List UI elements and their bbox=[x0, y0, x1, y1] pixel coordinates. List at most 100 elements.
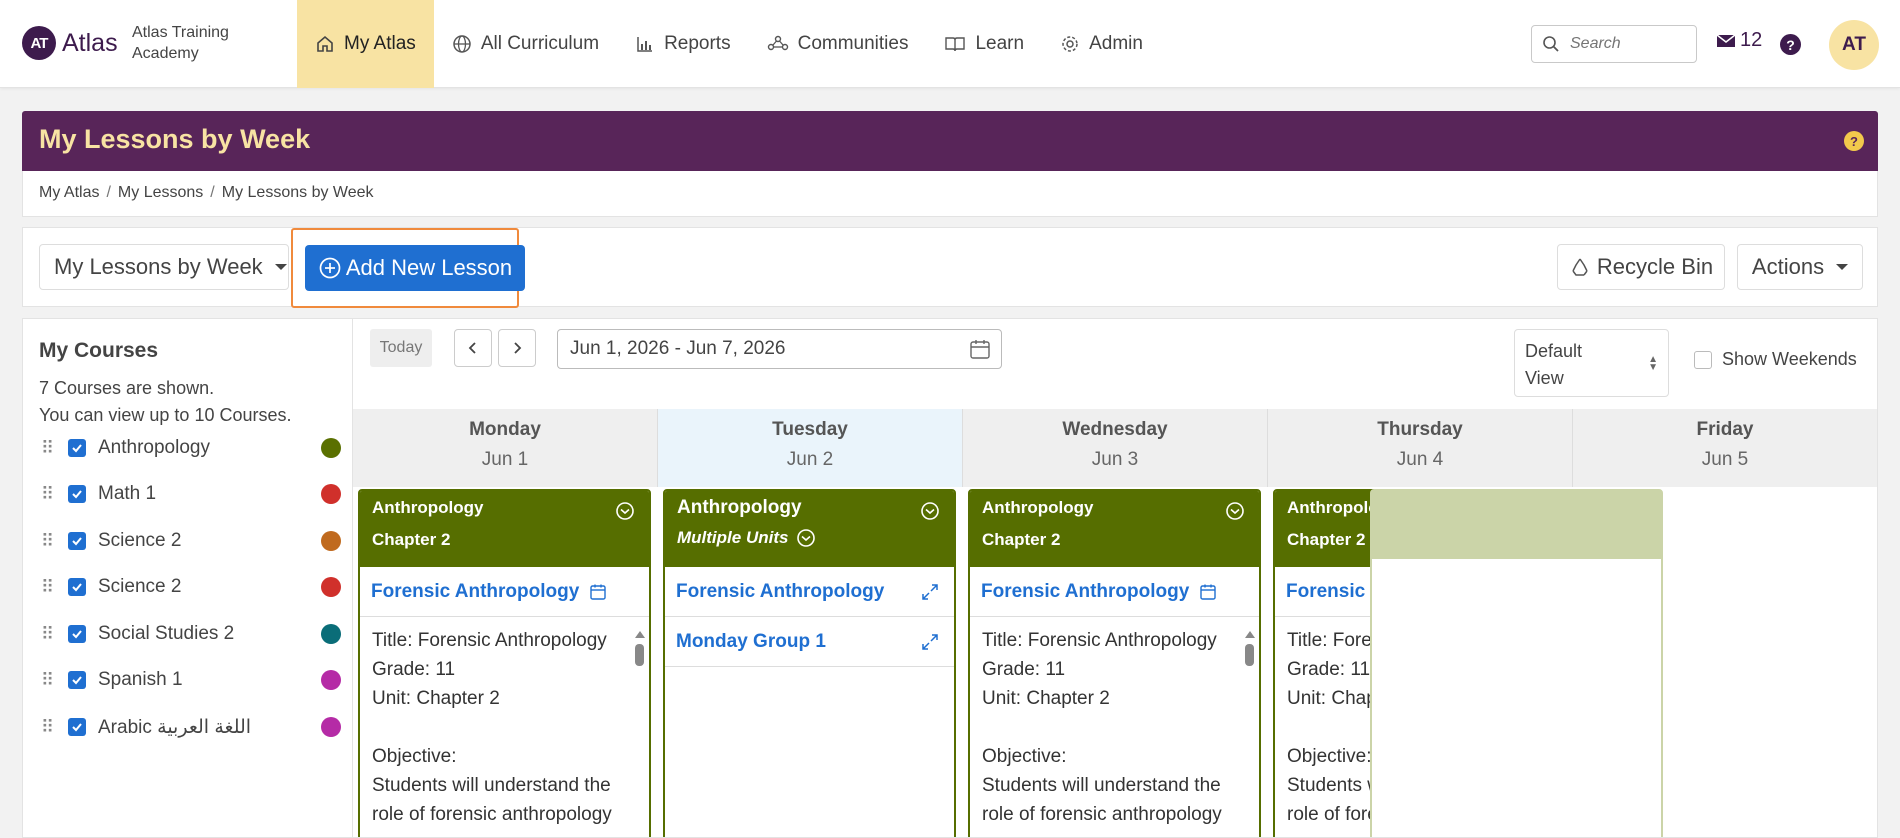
course-checkbox[interactable] bbox=[68, 532, 86, 550]
nav-reports[interactable]: Reports bbox=[617, 0, 749, 88]
lesson-title[interactable]: Forensic Anthropology bbox=[676, 581, 884, 603]
course-checkbox[interactable] bbox=[68, 671, 86, 689]
day-name: Thursday bbox=[1377, 419, 1463, 440]
globe-icon bbox=[453, 35, 471, 53]
collapse-toggle-icon[interactable] bbox=[615, 501, 635, 521]
day-name: Friday bbox=[1696, 419, 1754, 440]
course-color-dot[interactable] bbox=[321, 624, 341, 644]
course-item[interactable]: ⠿ Math 1 bbox=[41, 477, 341, 511]
course-name: Arabic اللغة العربية bbox=[98, 716, 252, 738]
show-weekends-toggle[interactable]: Show Weekends bbox=[1694, 349, 1857, 370]
add-new-lesson-label: Add New Lesson bbox=[345, 255, 513, 280]
search-box[interactable] bbox=[1531, 25, 1697, 63]
lesson-detail-grade: Grade: 11 bbox=[372, 659, 456, 680]
course-color-dot[interactable] bbox=[321, 577, 341, 597]
lesson-link[interactable]: Forensic Anthropology bbox=[970, 567, 1259, 617]
lesson-card: Anthropology Chapter 2 Forensic Anthropolo… bbox=[358, 489, 651, 837]
friday-card-header bbox=[1372, 491, 1661, 559]
help-icon[interactable]: ? bbox=[1780, 34, 1801, 55]
courses-sidebar: My Courses 7 Courses are shown. You can … bbox=[22, 318, 353, 838]
chevron-down-icon bbox=[1836, 264, 1849, 270]
expand-icon[interactable] bbox=[920, 582, 940, 602]
atlas-logo[interactable]: AT Atlas bbox=[22, 26, 118, 60]
course-checkbox[interactable] bbox=[68, 485, 86, 503]
drag-handle-icon[interactable]: ⠿ bbox=[41, 578, 54, 596]
drag-handle-icon[interactable]: ⠿ bbox=[41, 671, 54, 689]
logo-word: Atlas bbox=[62, 28, 118, 57]
card-course-name: Anthropology bbox=[677, 497, 802, 518]
today-button[interactable]: Today bbox=[370, 329, 432, 367]
course-color-dot[interactable] bbox=[321, 484, 341, 504]
course-checkbox[interactable] bbox=[68, 625, 86, 643]
lesson-title[interactable]: Forensic Anthropology bbox=[371, 581, 579, 603]
day-name: Tuesday bbox=[772, 419, 848, 440]
course-item[interactable]: ⠿ Science 2 bbox=[41, 524, 341, 558]
view-dropdown[interactable]: My Lessons by Week bbox=[39, 244, 289, 290]
messages-button[interactable]: 12 bbox=[1716, 29, 1762, 52]
search-input[interactable] bbox=[1570, 35, 1680, 53]
course-checkbox[interactable] bbox=[68, 439, 86, 457]
nav-my-atlas[interactable]: My Atlas bbox=[297, 0, 434, 88]
view-mode-select[interactable]: Default View ▲ ▼ bbox=[1514, 329, 1669, 397]
user-avatar[interactable]: AT bbox=[1829, 20, 1879, 70]
drag-handle-icon[interactable]: ⠿ bbox=[41, 625, 54, 643]
chevron-right-icon bbox=[514, 342, 522, 354]
card-unit-name[interactable]: Multiple Units bbox=[677, 527, 942, 549]
course-item[interactable]: ⠿ Spanish 1 bbox=[41, 663, 341, 697]
breadcrumb-my-lessons[interactable]: My Lessons bbox=[118, 184, 203, 201]
recycle-bin-button[interactable]: Recycle Bin bbox=[1557, 244, 1725, 290]
course-color-dot[interactable] bbox=[321, 531, 341, 551]
course-color-dot[interactable] bbox=[321, 438, 341, 458]
lesson-title[interactable]: Monday Group 1 bbox=[676, 631, 826, 653]
nav-communities[interactable]: Communities bbox=[749, 0, 927, 88]
calendar-icon bbox=[970, 340, 990, 359]
drag-handle-icon[interactable]: ⠿ bbox=[41, 485, 54, 503]
show-weekends-checkbox[interactable] bbox=[1694, 350, 1712, 369]
nav-all-curriculum[interactable]: All Curriculum bbox=[434, 0, 617, 88]
course-name: Science 2 bbox=[98, 530, 182, 551]
lesson-link[interactable]: Forensic Anthropology bbox=[360, 567, 649, 617]
course-item[interactable]: ⠿ Social Studies 2 bbox=[41, 617, 341, 651]
collapse-toggle-icon[interactable] bbox=[920, 501, 940, 521]
drag-handle-icon[interactable]: ⠿ bbox=[41, 718, 54, 736]
card-header: Anthropology Chapter 2 bbox=[970, 491, 1259, 567]
chevron-left-icon bbox=[468, 342, 476, 354]
course-checkbox[interactable] bbox=[68, 718, 86, 736]
calendar-icon[interactable] bbox=[589, 583, 607, 601]
expand-icon[interactable] bbox=[920, 632, 940, 652]
book-icon bbox=[945, 37, 966, 52]
nav-learn[interactable]: Learn bbox=[926, 0, 1042, 88]
breadcrumb-my-atlas[interactable]: My Atlas bbox=[39, 184, 99, 201]
top-navigation-bar: AT Atlas Atlas Training Academy My Atlas… bbox=[0, 0, 1900, 88]
previous-week-button[interactable] bbox=[454, 329, 492, 367]
nav-admin[interactable]: Admin bbox=[1042, 0, 1161, 88]
course-name: Social Studies 2 bbox=[98, 623, 235, 644]
course-checkbox[interactable] bbox=[68, 578, 86, 596]
lesson-card: Anthropology Multiple Units Forensic Anthr… bbox=[663, 489, 956, 837]
date-range-picker[interactable]: Jun 1, 2026 - Jun 7, 2026 bbox=[557, 329, 1002, 369]
course-color-dot[interactable] bbox=[321, 670, 341, 690]
course-item[interactable]: ⠿ Science 2 bbox=[41, 570, 341, 604]
lesson-detail-title: Title: Forensic Anthropology bbox=[982, 630, 1217, 651]
courses-shown-text: 7 Courses are shown. bbox=[39, 378, 215, 398]
lesson-title[interactable]: Forensic Anthropology bbox=[981, 581, 1189, 603]
chevron-down-circle-icon[interactable] bbox=[796, 528, 816, 548]
drag-handle-icon[interactable]: ⠿ bbox=[41, 532, 54, 550]
main-nav: My Atlas All Curriculum Reports Communit… bbox=[297, 0, 1161, 88]
actions-dropdown[interactable]: Actions bbox=[1737, 244, 1863, 290]
course-color-dot[interactable] bbox=[321, 717, 341, 737]
collapse-toggle-icon[interactable] bbox=[1225, 501, 1245, 521]
course-item[interactable]: ⠿ Anthropology bbox=[41, 431, 341, 465]
page-help-icon[interactable]: ? bbox=[1844, 131, 1864, 151]
lesson-link[interactable]: Monday Group 1 bbox=[665, 617, 954, 667]
day-header-friday: Friday Jun 5 bbox=[1573, 409, 1877, 487]
calendar-icon[interactable] bbox=[1199, 583, 1217, 601]
details-scrollbar[interactable] bbox=[1245, 631, 1255, 771]
details-scrollbar[interactable] bbox=[635, 631, 645, 771]
course-item[interactable]: ⠿ Arabic اللغة العربية bbox=[41, 710, 341, 744]
lesson-link[interactable]: Forensic Anthropology bbox=[665, 567, 954, 617]
courses-title: My Courses bbox=[39, 339, 159, 362]
drag-handle-icon[interactable]: ⠿ bbox=[41, 439, 54, 457]
add-new-lesson-button[interactable]: Add New Lesson bbox=[305, 245, 525, 291]
next-week-button[interactable] bbox=[498, 329, 536, 367]
